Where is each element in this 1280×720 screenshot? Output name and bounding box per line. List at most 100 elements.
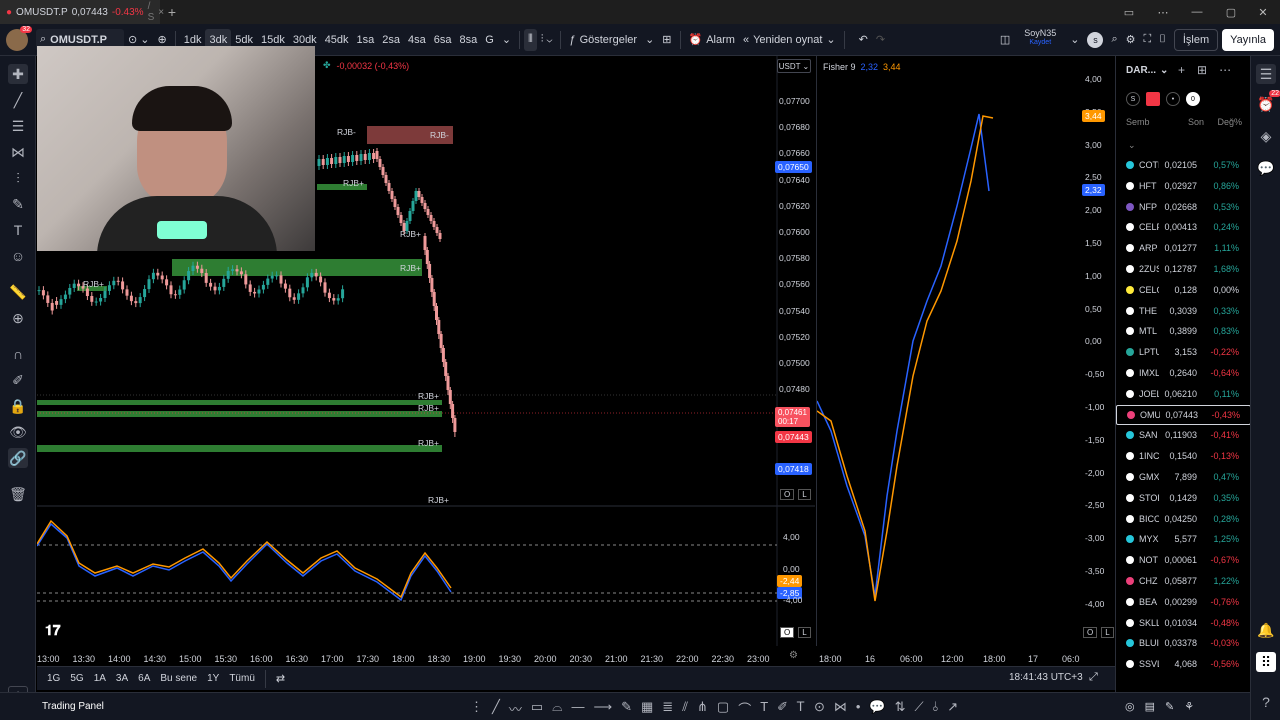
watchlist-row[interactable]: SKLL 0,01034 -0,48%: [1116, 613, 1251, 633]
watchlist-title[interactable]: DAR... ⌄: [1126, 65, 1168, 76]
ray-tool-icon[interactable]: ⟶: [593, 699, 612, 718]
header-change[interactable]: Değ%: [1204, 117, 1242, 127]
camera-icon[interactable]: ⌷: [1155, 29, 1170, 51]
interval-dropdown-icon[interactable]: ⌄: [498, 29, 515, 51]
ruler-tool-icon[interactable]: ⟋: [915, 699, 924, 718]
trash-icon[interactable]: 🗑: [8, 484, 28, 504]
interval-4sa[interactable]: 4sa: [404, 29, 430, 51]
watchlist-row[interactable]: GMX 7,899 0,47%: [1116, 467, 1251, 487]
watchlist-more-icon[interactable]: ⋯: [1219, 63, 1231, 77]
minimize-button[interactable]: —: [1180, 0, 1214, 24]
watchlist-row[interactable]: SSVL4,068-0,56%: [1116, 654, 1251, 674]
candles-chart-type-icon[interactable]: ⫴: [524, 29, 537, 51]
watchlist-row[interactable]: THE 0,3039 0,33%: [1116, 301, 1251, 321]
watchlist-row[interactable]: 1INC 0,1540 -0,13%: [1116, 446, 1251, 466]
trade-button[interactable]: İşlem: [1174, 29, 1218, 51]
range-5G[interactable]: 5G: [66, 673, 87, 684]
lock-icon[interactable]: 🔒: [8, 396, 28, 416]
osc-auto-scale-button[interactable]: O: [780, 627, 794, 638]
watchlist-grid-icon[interactable]: ⊞: [1197, 63, 1207, 77]
chart-tab[interactable]: ● OMUSDT.P 0,07443 -0.43% / S ×: [0, 0, 160, 24]
grid-tool-icon[interactable]: ▦: [641, 699, 653, 718]
window-more-icon[interactable]: ⋯: [1146, 0, 1180, 24]
symbol-icon[interactable]: ◎: [1125, 700, 1135, 713]
date-range-icon[interactable]: ⇄: [272, 672, 289, 685]
text-tool-icon[interactable]: T: [760, 699, 768, 718]
layout-name-button[interactable]: SoyN35 Kaydet: [1020, 29, 1060, 51]
new-tab-button[interactable]: +: [160, 4, 184, 20]
forecast-tool-icon[interactable]: ⫰: [933, 699, 939, 718]
filter-flag-icon[interactable]: [1146, 92, 1160, 106]
filter-s-button[interactable]: S: [1126, 92, 1140, 106]
currency-selector[interactable]: USDT ⌄: [777, 59, 811, 73]
time-settings-icon[interactable]: ⚙: [789, 650, 798, 661]
watchlist-sidebar-icon[interactable]: ☰: [1256, 64, 1276, 84]
crosshair-icon[interactable]: ✚: [8, 64, 28, 84]
channel-tool-icon[interactable]: ⫽: [682, 699, 688, 718]
alarm-button[interactable]: ⏰ Alarm: [685, 29, 739, 51]
brush-icon[interactable]: ✎: [8, 194, 28, 214]
range-6A[interactable]: 6A: [134, 673, 154, 684]
header-symbol[interactable]: Semb: [1116, 117, 1168, 127]
clock-label[interactable]: 18:41:43 UTC+3: [1009, 672, 1083, 683]
watchlist-row[interactable]: COTI 0,02105 0,57%: [1116, 155, 1251, 175]
rectangle-tool-icon[interactable]: ▢: [717, 699, 729, 718]
redo-icon[interactable]: ↷: [872, 29, 889, 51]
watchlist-row[interactable]: SAN 0,11903 -0,41%: [1116, 425, 1251, 445]
watchlist-row[interactable]: OMU 0,07443 -0,43%: [1116, 405, 1251, 425]
fisher-auto-scale-button[interactable]: O: [1083, 627, 1097, 638]
watchlist-row[interactable]: CELO0,1280,00%: [1116, 280, 1251, 300]
fisher-chart-pane[interactable]: Fisher 9 2,32 3,44 4,003,503,002,502,001…: [816, 56, 1114, 646]
brush-tool-icon[interactable]: ✐: [777, 699, 788, 718]
watchlist-row[interactable]: BEA 0,00299 -0,76%: [1116, 592, 1251, 612]
pen-tool-icon[interactable]: ✎: [621, 699, 632, 718]
curve-tool-icon[interactable]: ⌒: [738, 699, 751, 718]
magnet-icon[interactable]: ∩: [8, 344, 28, 364]
text-icon[interactable]: T: [8, 220, 28, 240]
watchlist-row[interactable]: BICO 0,04250 0,28%: [1116, 509, 1251, 529]
replay-button[interactable]: «Yeniden oynat ⌄: [739, 29, 840, 51]
pattern-tool-icon[interactable]: ⋈: [834, 699, 847, 718]
ruler-icon[interactable]: 📏: [8, 282, 28, 302]
close-window-button[interactable]: ✕: [1246, 0, 1280, 24]
snapshot-user-icon[interactable]: s: [1083, 29, 1107, 51]
interval-G[interactable]: G: [481, 29, 498, 51]
note-tool-icon[interactable]: ▭: [531, 699, 543, 718]
header-last[interactable]: Son: [1168, 117, 1204, 127]
range-1A[interactable]: 1A: [90, 673, 110, 684]
interval-2sa[interactable]: 2sa: [378, 29, 404, 51]
range-3A[interactable]: 3A: [112, 673, 132, 684]
watchlist-row[interactable]: ARP 0,01277 1,11%: [1116, 238, 1251, 258]
watchlist-row[interactable]: CHZ 0,05877 1,22%: [1116, 571, 1251, 591]
notifications-bell-icon[interactable]: 🔔: [1256, 620, 1276, 640]
watchlist-row[interactable]: LPTU 3,153 -0,22%: [1116, 342, 1251, 362]
avatar[interactable]: 32: [6, 29, 28, 51]
lock-drawing-icon[interactable]: ✐: [8, 370, 28, 390]
chart-style-icon[interactable]: ⫶ ⌄: [537, 29, 557, 51]
fib-icon[interactable]: ☰: [8, 116, 28, 136]
settings-gear-icon[interactable]: ⚙: [1122, 29, 1140, 51]
callout-tool-icon[interactable]: ⌓: [552, 699, 562, 718]
templates-icon[interactable]: ⊞: [658, 29, 675, 51]
projection-icon[interactable]: ⫶: [8, 168, 28, 188]
log-scale-button[interactable]: L: [798, 489, 810, 500]
eye-icon[interactable]: 👁: [8, 422, 28, 442]
trading-panel-tab[interactable]: Trading Panel: [42, 701, 104, 712]
maximize-button[interactable]: ▢: [1214, 0, 1248, 24]
window-panel-icon[interactable]: ▭: [1112, 0, 1146, 24]
drag-handle-icon[interactable]: ⋮: [470, 699, 483, 718]
filter-zero-button[interactable]: 0: [1186, 92, 1200, 106]
watchlist-row[interactable]: NFP 0,02668 0,53%: [1116, 197, 1251, 217]
path-tool-icon[interactable]: 〰: [509, 699, 522, 718]
interval-8sa[interactable]: 8sa: [456, 29, 482, 51]
auto-scale-button[interactable]: O: [780, 489, 794, 500]
undo-icon[interactable]: ↶: [855, 29, 872, 51]
publish-button[interactable]: Yayınla: [1222, 29, 1274, 51]
share-icon[interactable]: ⚘: [1184, 700, 1194, 713]
circle-tool-icon[interactable]: ⊙: [814, 699, 825, 718]
indicators-button[interactable]: ƒ Göstergeler ⌄: [565, 29, 658, 51]
watchlist-row[interactable]: HFT 0,02927 0,86%: [1116, 176, 1251, 196]
fullscreen-icon[interactable]: ⛶: [1140, 29, 1156, 51]
filter-dot-icon[interactable]: •: [1166, 92, 1180, 106]
range-Bu sene[interactable]: Bu sene: [156, 673, 201, 684]
